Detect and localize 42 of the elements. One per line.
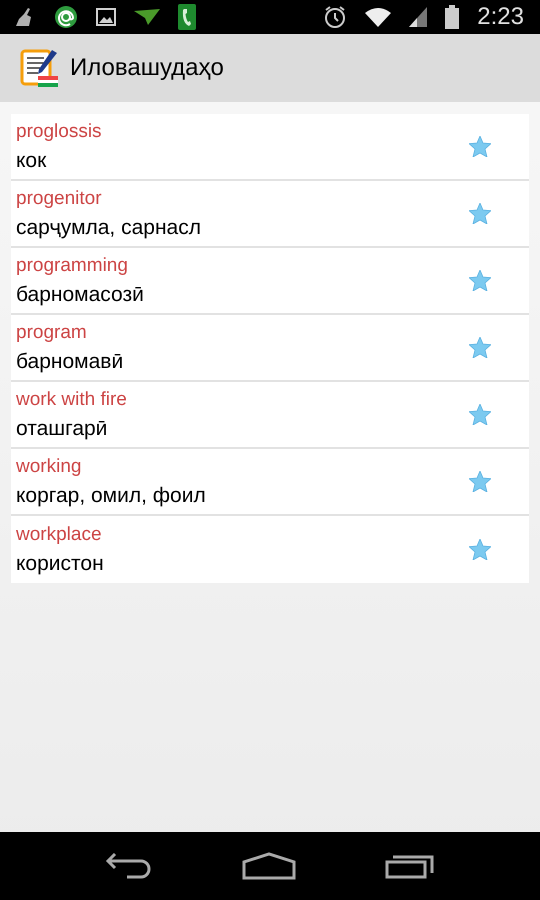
screen-title: Иловашудаҳо <box>70 53 224 83</box>
wifi-icon <box>365 7 392 27</box>
word-entry[interactable]: workplace користон <box>11 516 529 583</box>
english-word: working <box>16 454 82 478</box>
word-entry[interactable]: working коргар, омил, фоил <box>11 449 529 516</box>
translation-text: сарҷумла, сарнасл <box>16 214 202 240</box>
word-entry[interactable]: programming барномасозӣ <box>11 248 529 315</box>
home-icon[interactable] <box>242 852 296 880</box>
star-icon[interactable] <box>469 539 491 560</box>
star-icon[interactable] <box>469 337 491 358</box>
english-word: program <box>16 320 88 344</box>
battery-icon <box>445 5 460 29</box>
star-icon[interactable] <box>469 471 491 492</box>
english-word: workplace <box>16 522 103 546</box>
notepad-icon <box>20 48 60 88</box>
english-word: programming <box>16 254 129 278</box>
star-icon[interactable] <box>469 203 491 224</box>
translation-text: барномавӣ <box>16 348 124 374</box>
word-entry[interactable]: proglossis кок <box>11 114 529 181</box>
word-entry[interactable]: progenitor сарҷумла, сарнасл <box>11 181 529 248</box>
recent-apps-icon[interactable] <box>385 853 436 879</box>
english-word: proglossis <box>16 120 103 144</box>
translation-text: кок <box>16 148 48 174</box>
translation-text: оташгарӣ <box>16 416 108 442</box>
translation-text: користон <box>16 550 105 576</box>
english-word: progenitor <box>16 186 103 210</box>
signal-icon <box>409 7 428 27</box>
image-icon <box>96 8 116 26</box>
word-entry[interactable]: work with fire оташгарӣ <box>11 382 529 449</box>
paper-plane-icon <box>134 9 160 25</box>
english-word: work with fire <box>16 388 128 412</box>
word-entry[interactable]: program барномавӣ <box>11 315 529 382</box>
star-icon[interactable] <box>469 270 491 291</box>
translation-text: коргар, омил, фоил <box>16 482 207 508</box>
at-sign-icon <box>54 5 78 29</box>
translation-text: барномасозӣ <box>16 282 145 308</box>
clock-time: 2:23 <box>477 5 524 29</box>
star-icon[interactable] <box>469 404 491 425</box>
alarm-icon <box>323 5 348 29</box>
star-icon[interactable] <box>469 136 491 157</box>
back-icon[interactable] <box>104 853 153 879</box>
phone-icon <box>178 4 196 30</box>
